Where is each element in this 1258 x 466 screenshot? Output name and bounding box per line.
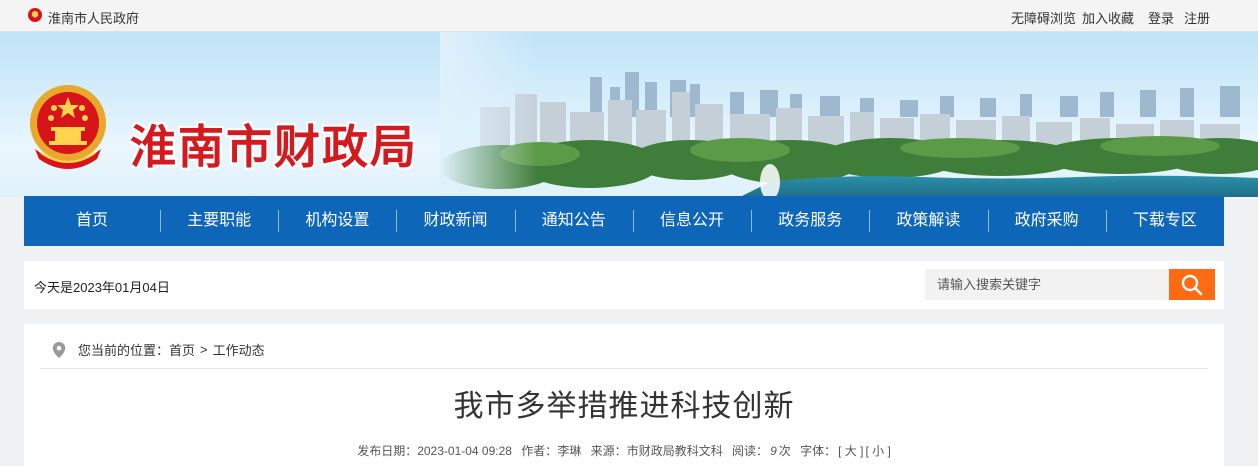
divider [40,368,1208,369]
top-links: 无障碍浏览 加入收藏 登录 注册 [1011,8,1210,27]
top-bar: 淮南市人民政府 无障碍浏览 加入收藏 登录 注册 [0,0,1258,32]
national-emblem-icon [30,85,106,169]
nav-item-info-disclosure[interactable]: 信息公开 [632,196,751,246]
search-button[interactable] [1169,269,1215,300]
nav-item-downloads[interactable]: 下载专区 [1105,196,1224,246]
breadcrumb-separator: > [200,342,208,357]
gov-portal-link[interactable]: 淮南市人民政府 [48,8,139,27]
search-icon [1181,274,1203,296]
author-value: 李琳 [557,444,582,458]
today-date: 今天是2023年01月04日 [34,280,170,295]
breadcrumb-home[interactable]: 首页 [169,340,195,359]
login-link[interactable]: 登录 [1148,8,1174,27]
article-title: 我市多举措推进科技创新 [453,390,795,423]
nav-item-gov-services[interactable]: 政务服务 [751,196,869,246]
breadcrumb-prefix: 您当前的位置： [78,343,170,358]
city-skyline-image [440,32,1258,197]
site-title: 淮南市财政局 [130,120,418,174]
nav-item-notices[interactable]: 通知公告 [514,196,633,246]
article-panel: 您当前的位置： 首页 > 工作动态 我市多举措推进科技创新 发布日期：2023-… [24,324,1224,466]
location-pin-icon [52,341,66,358]
accessibility-link[interactable]: 无障碍浏览 [1011,8,1076,27]
publish-value: 2023-01-04 09:28 [417,444,512,458]
info-bar: 今天是2023年01月04日 [24,261,1224,309]
add-favorite-link[interactable]: 加入收藏 [1082,8,1134,27]
nav-item-functions[interactable]: 主要职能 [160,196,278,246]
views: 阅读： 9 次 [732,444,791,458]
font-large-button[interactable]: [ 大 ] [838,444,863,458]
font-small-button[interactable]: [ 小 ] [865,444,890,458]
main-nav: 首页 主要职能 机构设置 财政新闻 通知公告 信息公开 政务服务 政策解读 政府… [24,196,1224,246]
font-size-controls: 字体：[ 大 ][ 小 ] [800,444,891,458]
source: 来源：市财政局教科文科 [591,444,723,458]
source-label: 来源： [590,444,627,458]
nav-item-organization[interactable]: 机构设置 [278,196,396,246]
header-banner: 淮南市财政局 [0,32,1258,197]
source-value: 市财政局教科文科 [626,444,723,458]
register-link[interactable]: 注册 [1184,8,1210,27]
nav-item-finance-news[interactable]: 财政新闻 [396,196,514,246]
publish-label: 发布日期： [357,444,418,458]
nav-item-procurement[interactable]: 政府采购 [987,196,1106,246]
national-emblem-icon [28,8,42,22]
breadcrumb-current[interactable]: 工作动态 [213,340,265,359]
font-label: 字体： [800,444,837,458]
nav-item-policy[interactable]: 政策解读 [869,196,987,246]
search-input[interactable] [925,269,1170,300]
breadcrumb: 您当前的位置： 首页 > 工作动态 [52,340,265,359]
views-label: 阅读： [732,444,769,458]
views-unit: 次 [778,444,791,458]
publish-date: 发布日期：2023-01-04 09:28 [357,444,512,458]
nav-item-home[interactable]: 首页 [24,196,160,246]
author: 作者：李琳 [521,444,581,458]
author-label: 作者： [521,444,558,458]
article-meta: 发布日期：2023-01-04 09:28 作者：李琳 来源：市财政局教科文科 … [24,442,1224,459]
views-value: 9 [770,444,777,458]
